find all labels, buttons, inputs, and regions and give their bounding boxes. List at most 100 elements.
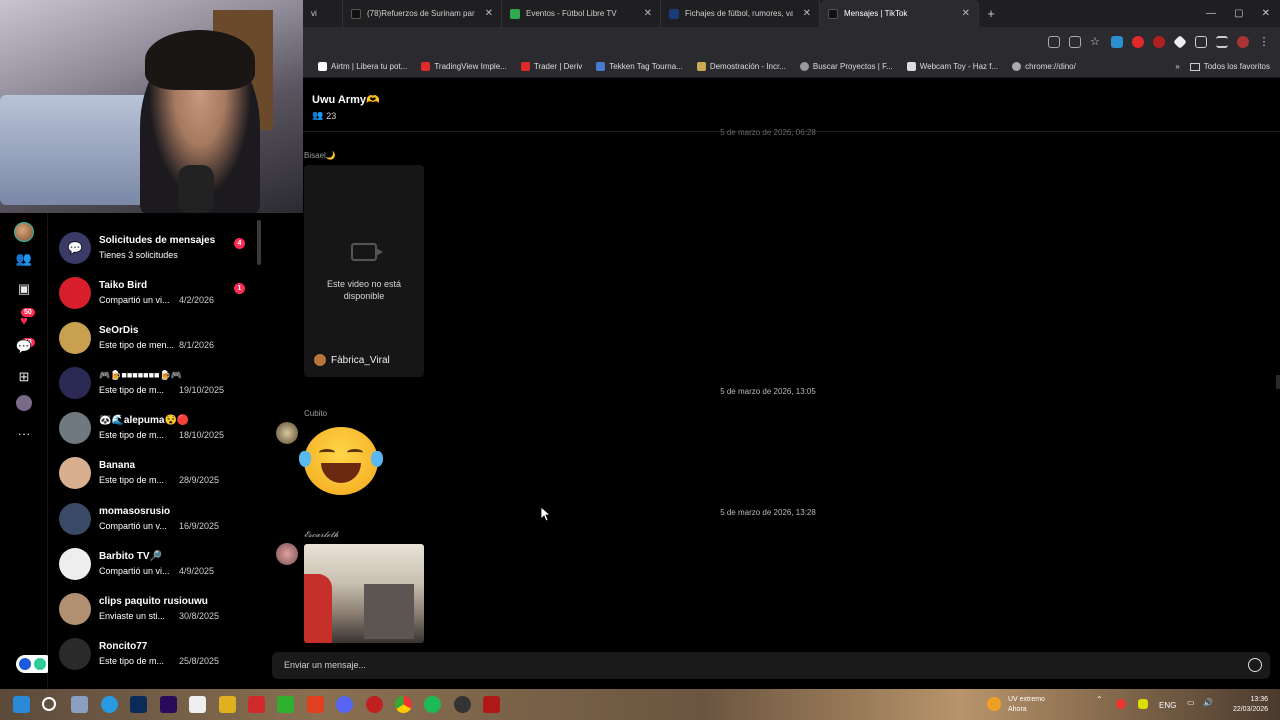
- menu-dots-icon[interactable]: ⋮: [1258, 36, 1270, 48]
- tab-fichajes[interactable]: Fichajes de fútbol, rumores, val ✕: [661, 0, 820, 27]
- extension-icon[interactable]: [1111, 35, 1123, 48]
- shared-video-thumbnail[interactable]: [304, 544, 424, 643]
- tray-app-icon[interactable]: [1138, 699, 1148, 709]
- avatar: [59, 548, 91, 580]
- puzzle-icon[interactable]: [1195, 35, 1207, 48]
- photoshop-icon[interactable]: [130, 696, 147, 713]
- network-icon[interactable]: ▭: [1187, 698, 1195, 707]
- discord-icon[interactable]: [336, 696, 353, 713]
- conversation-name: 🐼🌊alepuma😵🔴: [99, 415, 190, 426]
- folder-icon[interactable]: [219, 696, 236, 713]
- profile-avatar[interactable]: [14, 222, 34, 242]
- bookmark-label: Demostración - Incr...: [709, 62, 786, 71]
- list-item[interactable]: SeOrDis Este tipo de men... 8/1/2026: [48, 316, 261, 361]
- bookmarks-folder[interactable]: Todos los favoritos: [1189, 62, 1280, 71]
- list-item[interactable]: Roncito77 Este tipo de m... 25/8/2025: [48, 632, 261, 677]
- list-item[interactable]: Banana Este tipo de m... 28/9/2025: [48, 451, 261, 496]
- language-indicator[interactable]: ENG: [1159, 701, 1176, 710]
- live-icon[interactable]: ▣: [14, 279, 34, 299]
- bookmark-demostracion[interactable]: Demostración - Incr...: [692, 62, 791, 71]
- new-tab-button[interactable]: +: [979, 6, 1003, 21]
- tab-mensajes-tiktok[interactable]: Mensajes | TikTok ✕: [820, 0, 979, 27]
- avatar[interactable]: [276, 422, 298, 444]
- close-window-icon[interactable]: ✕: [1262, 8, 1270, 19]
- messages-icon[interactable]: 💬: [14, 337, 34, 357]
- extension-icon[interactable]: [1153, 35, 1165, 48]
- profile-icon[interactable]: [16, 395, 32, 411]
- bookmark-favicon: [318, 62, 327, 71]
- bookmark-tradingview[interactable]: TradingView Imple...: [416, 62, 511, 71]
- avatar: [59, 322, 91, 354]
- search-icon[interactable]: [42, 697, 56, 711]
- more-icon[interactable]: ···: [14, 423, 34, 443]
- clock-date[interactable]: 22/03/2026: [1225, 705, 1268, 714]
- voicemod-icon[interactable]: [483, 696, 500, 713]
- brave-icon[interactable]: [307, 696, 324, 713]
- tab-surinam[interactable]: (78)Refuerzos de Surinam para ✕: [343, 0, 502, 27]
- extension-icon[interactable]: [1173, 34, 1187, 49]
- list-item[interactable]: 🐼🌊alepuma😵🔴 Este tipo de m... 18/10/2025: [48, 406, 261, 451]
- star-icon[interactable]: ☆: [1090, 36, 1102, 48]
- tray-app-icon[interactable]: [1116, 699, 1126, 709]
- app-icon[interactable]: [366, 696, 383, 713]
- extension-icon[interactable]: [1132, 35, 1144, 48]
- tab-futbol-libre[interactable]: Eventos - Fútbol Libre TV ✕: [502, 0, 661, 27]
- app-icon[interactable]: [248, 696, 265, 713]
- chrome-icon[interactable]: [395, 696, 412, 713]
- spotify-icon[interactable]: [424, 696, 441, 713]
- bookmark-favicon: [520, 62, 530, 71]
- tab-partial[interactable]: vi: [303, 0, 343, 27]
- bookmark-tekken[interactable]: Tekken Tag Tourna...: [591, 62, 688, 71]
- profile-avatar-icon[interactable]: [1237, 35, 1249, 48]
- bookmark-deriv[interactable]: Trader | Deriv: [516, 62, 587, 71]
- close-icon[interactable]: ✕: [962, 8, 970, 19]
- clock-time[interactable]: 13:36: [1228, 695, 1268, 704]
- message-composer[interactable]: Enviar un mensaje...: [272, 652, 1270, 679]
- close-icon[interactable]: ✕: [803, 8, 811, 19]
- tab-label: Fichajes de fútbol, rumores, val: [685, 9, 793, 18]
- bookmark-airtm[interactable]: Airtm | Libera tu pot...: [313, 62, 412, 71]
- list-item[interactable]: Taiko Bird Compartió un vi... 4/2/2026 1: [48, 271, 261, 316]
- emoji-eye: [347, 449, 363, 456]
- chat-title[interactable]: Uwu Army🫶: [312, 93, 380, 106]
- bookmark-proyectos[interactable]: Buscar Proyectos | F...: [795, 62, 898, 71]
- bookmark-webcamtoy[interactable]: Webcam Toy - Haz f...: [902, 62, 1003, 71]
- close-icon[interactable]: ✕: [644, 8, 652, 19]
- start-icon[interactable]: [13, 696, 30, 713]
- following-icon[interactable]: 👥: [14, 249, 34, 269]
- list-item[interactable]: clips paquito rusiouwu Enviaste un sti..…: [48, 587, 261, 632]
- list-item[interactable]: Barbito TV🔎 Compartió un vi... 4/9/2025: [48, 542, 261, 587]
- list-item[interactable]: 🎮🍺■■■■■■■🍺🎮 Este tipo de m... 19/10/2025: [48, 361, 261, 406]
- media-icon[interactable]: [1216, 35, 1228, 48]
- emoji-picker-icon[interactable]: [1248, 658, 1262, 672]
- chat-members[interactable]: 👥 23: [312, 110, 336, 121]
- list-item[interactable]: 💬 Solicitudes de mensajes Tienes 3 solic…: [48, 226, 261, 271]
- bookmark-favicon: [421, 62, 431, 71]
- volume-icon[interactable]: 🔊: [1203, 698, 1213, 707]
- store-icon[interactable]: [189, 696, 206, 713]
- weather-icon[interactable]: [987, 697, 1001, 711]
- upload-icon[interactable]: ⊞: [14, 367, 34, 387]
- minimize-icon[interactable]: —: [1206, 8, 1216, 19]
- list-item[interactable]: momasosrusio Compartió un v... 16/9/2025: [48, 497, 261, 542]
- activity-icon[interactable]: ♥: [14, 310, 34, 330]
- translate-icon[interactable]: [1048, 35, 1060, 48]
- obs-icon[interactable]: [454, 696, 471, 713]
- task-view-icon[interactable]: [71, 696, 88, 713]
- install-app-icon[interactable]: [1069, 35, 1081, 48]
- maximize-icon[interactable]: ▢: [1234, 8, 1243, 19]
- edge-icon[interactable]: [101, 696, 118, 713]
- close-icon[interactable]: ✕: [485, 8, 493, 19]
- chat-scrollbar[interactable]: [1276, 375, 1280, 389]
- bookmark-dino[interactable]: chrome://dino/: [1007, 62, 1081, 71]
- chevron-right-icon[interactable]: »: [1175, 62, 1185, 71]
- premiere-icon[interactable]: [160, 696, 177, 713]
- chevron-up-icon[interactable]: ⌃: [1096, 695, 1103, 704]
- shared-video-card[interactable]: Este video no está disponible Fàbrica_Vi…: [304, 165, 424, 377]
- message-input[interactable]: Enviar un mensaje...: [284, 660, 366, 670]
- bookmark-label: Airtm | Libera tu pot...: [331, 62, 408, 71]
- minecraft-icon[interactable]: [277, 696, 294, 713]
- bookmark-favicon: [906, 62, 916, 71]
- avatar[interactable]: [276, 543, 298, 565]
- tab-label: Eventos - Fútbol Libre TV: [526, 9, 617, 18]
